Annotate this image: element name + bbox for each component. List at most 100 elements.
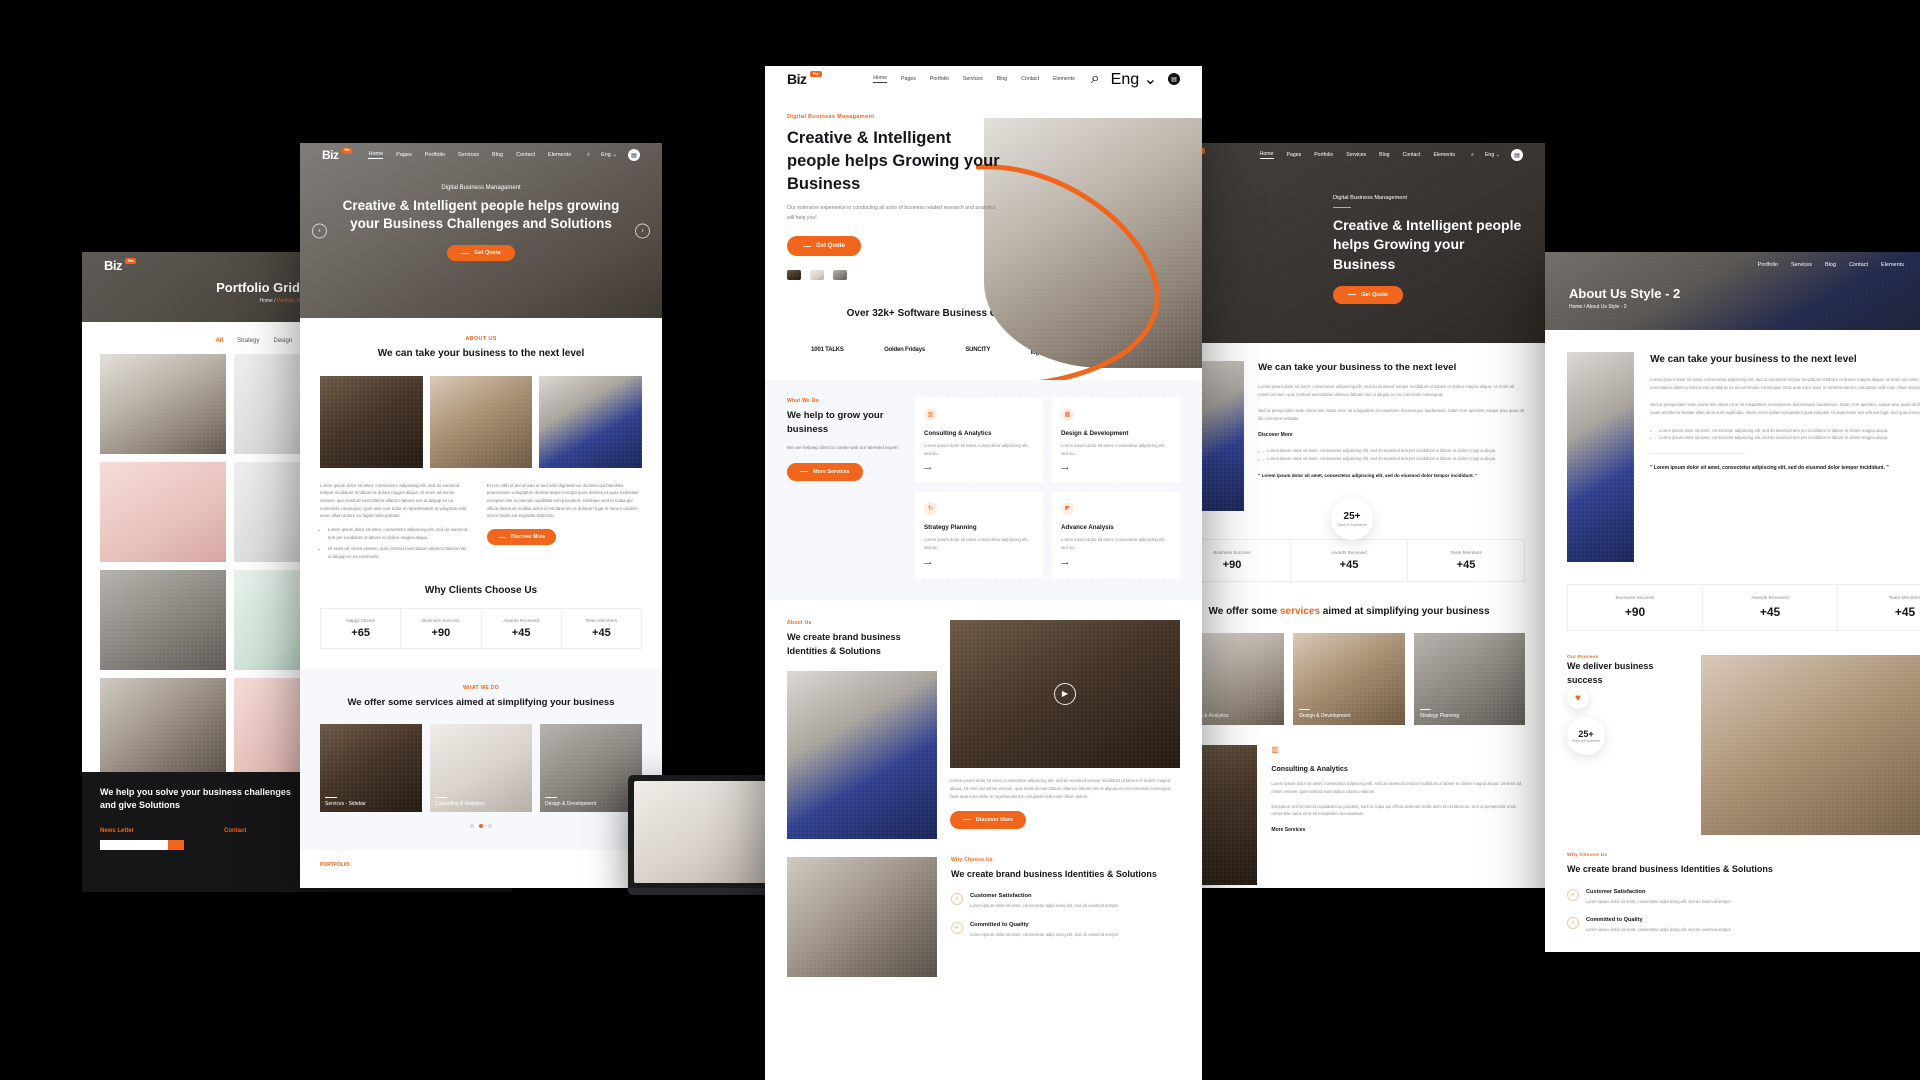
nav-item-elements[interactable]: Elements <box>1433 152 1455 158</box>
about-body-left: Lorem ipsum dolor sit amet, consectetur … <box>320 482 467 519</box>
service-card[interactable]: ↻ Strategy Planning Lorem ipsum dolor si… <box>915 492 1043 578</box>
service-desc: Lorem ipsum dolor sit amet, consectetur … <box>924 443 1029 456</box>
search-icon[interactable]: ⌕ <box>1471 152 1474 159</box>
nav-item-contact[interactable]: Contact <box>1403 152 1421 158</box>
portfolio-item[interactable] <box>100 570 226 670</box>
logo[interactable]: Biz Pro <box>322 148 352 162</box>
service-card[interactable]: Services - Sidebar <box>320 724 422 813</box>
hero-thumbnail[interactable] <box>833 270 847 281</box>
logo[interactable]: Biz Pro <box>104 257 137 273</box>
get-quote-button[interactable]: Get Quote <box>447 245 515 262</box>
service-card[interactable]: Design & Development <box>540 724 642 813</box>
portfolio-item[interactable] <box>100 354 226 454</box>
carousel-dot[interactable] <box>470 824 474 829</box>
home1-hero: Biz Pro Home Pages Portfolio Services Bl… <box>300 143 662 318</box>
search-icon[interactable]: ⌕ <box>587 152 590 159</box>
language-selector[interactable]: Eng ⌄ <box>601 152 617 158</box>
template-card-home-dark[interactable]: Biz Pro Home Pages Portfolio Services Bl… <box>1153 143 1545 888</box>
hero-thumbnail[interactable] <box>810 270 824 281</box>
discover-more-button[interactable]: Discover More <box>486 529 557 546</box>
nav-item-pages[interactable]: Pages <box>901 76 916 82</box>
nav-item-pages[interactable]: Pages <box>1287 152 1302 158</box>
logo[interactable]: Biz Pro <box>787 71 822 87</box>
portfolio-item[interactable] <box>100 462 226 562</box>
chevron-left-icon[interactable]: ‹ <box>312 223 327 238</box>
template-card-about-style2[interactable]: Portfolio Services Blog Contact Elements… <box>1545 252 1920 952</box>
nav-item-home[interactable]: Home <box>1259 151 1274 159</box>
service-card[interactable]: ◤ Advance Analysis Lorem ipsum dolor sit… <box>1052 492 1180 578</box>
nav-item-services[interactable]: Services <box>1346 152 1366 158</box>
nav-item-contact[interactable]: Contact <box>1021 76 1039 82</box>
grid-menu-icon[interactable]: ▤ <box>1511 149 1523 161</box>
nav-item-portfolio[interactable]: Portfolio <box>1314 152 1333 158</box>
grid-menu-icon[interactable]: ▤ <box>628 149 640 161</box>
discover-more-button[interactable]: Discover More <box>950 810 1027 829</box>
newsletter-input[interactable] <box>100 840 168 851</box>
template-card-main-home[interactable]: Biz Pro Home Pages Portfolio Services Bl… <box>765 66 1202 1080</box>
language-selector[interactable]: Eng ⌄ <box>1111 69 1157 89</box>
about-section: We can take your business to the next le… <box>1153 343 1545 511</box>
services-eyebrow: WHAT WE DO <box>463 684 499 691</box>
nav-item-blog[interactable]: Blog <box>1825 262 1836 268</box>
newsletter-form[interactable] <box>100 840 184 851</box>
nav-item-portfolio[interactable]: Portfolio <box>930 76 949 82</box>
carousel-dot[interactable] <box>488 824 492 829</box>
filter-design[interactable]: Design <box>273 338 292 344</box>
get-quote-button[interactable]: Get Quote <box>787 236 862 257</box>
search-icon[interactable]: ⌕ <box>1091 70 1100 88</box>
chevron-right-icon[interactable]: › <box>635 223 650 238</box>
newsletter-submit-button[interactable] <box>168 840 184 851</box>
nav-item-pages[interactable]: Pages <box>396 152 412 158</box>
nav-item-blog[interactable]: Blog <box>1379 152 1389 158</box>
nav-item-contact[interactable]: Contact <box>516 152 535 158</box>
nav-links: Home Pages Portfolio Services Blog Conta… <box>368 151 571 159</box>
nav-item-portfolio[interactable]: Portfolio <box>425 152 445 158</box>
service-card[interactable]: Consulting & Analytics <box>430 724 532 813</box>
service-title: Strategy Planning <box>924 524 977 532</box>
nav-item-services[interactable]: Services <box>1791 262 1812 268</box>
hero-thumbnail[interactable] <box>787 270 801 281</box>
nav-item-services[interactable]: Services <box>458 152 479 158</box>
nav-item-home[interactable]: Home <box>873 75 888 83</box>
video-thumbnail[interactable]: ▶ <box>950 619 1180 768</box>
nav-item-services[interactable]: Services <box>963 76 983 82</box>
main-navbar: Biz Pro Home Pages Portfolio Services Bl… <box>765 66 1202 92</box>
get-quote-button[interactable]: Get Quote <box>1333 285 1404 304</box>
nav-item-elements[interactable]: Elements <box>1881 262 1904 268</box>
service-card[interactable]: ▩ Design & Development Lorem ipsum dolor… <box>1052 398 1180 484</box>
nav-item-contact[interactable]: Contact <box>1849 262 1868 268</box>
nav-item-home[interactable]: Home <box>368 151 384 159</box>
arrow-right-icon[interactable]: ⟶ <box>924 561 1034 567</box>
nav-item-elements[interactable]: Elements <box>1053 76 1075 82</box>
why-eyebrow: Why Choose Us <box>951 856 993 863</box>
breadcrumb-home[interactable]: Home <box>1569 304 1582 310</box>
offer-card[interactable]: Design & Development <box>1293 633 1405 725</box>
footer-col-title: News Letter <box>100 828 135 835</box>
nav-item-elements[interactable]: Elements <box>548 152 571 158</box>
nav-item-portfolio[interactable]: Portfolio <box>1758 262 1778 268</box>
filter-all[interactable]: All <box>215 338 223 344</box>
offer-card[interactable]: Strategy Planning <box>1413 633 1525 725</box>
more-services-link[interactable]: More Services <box>1271 827 1525 833</box>
about-bullet: Lorem ipsum dolor sit amet, consectetur … <box>1267 455 1525 463</box>
about-right: ▶ Lorem ipsum dolor sit amet, consectetu… <box>950 619 1180 839</box>
carousel-dot-active[interactable] <box>479 824 483 829</box>
arrow-right-icon[interactable]: ⟶ <box>1061 466 1171 472</box>
stat-label: Team Members <box>1888 596 1920 601</box>
arrow-right-icon[interactable]: ⟶ <box>924 466 1034 472</box>
portfolio-item[interactable] <box>100 678 226 778</box>
more-services-button[interactable]: More Services <box>787 462 863 481</box>
play-icon[interactable]: ▶ <box>1054 682 1076 705</box>
hero-headline: Creative & Intelligent people helps grow… <box>342 198 620 232</box>
language-selector[interactable]: Eng ⌄ <box>1485 152 1500 158</box>
grid-menu-icon[interactable]: ▤ <box>1168 73 1180 85</box>
template-card-home-slider[interactable]: Biz Pro Home Pages Portfolio Services Bl… <box>300 143 662 888</box>
nav-item-blog[interactable]: Blog <box>997 76 1007 82</box>
filter-strategy[interactable]: Strategy <box>237 338 259 344</box>
arrow-right-icon[interactable]: ⟶ <box>1061 561 1171 567</box>
breadcrumb-home[interactable]: Home <box>259 298 272 304</box>
nav-item-blog[interactable]: Blog <box>492 152 503 158</box>
service-card[interactable]: ▥ Consulting & Analytics Lorem ipsum dol… <box>915 398 1043 484</box>
discover-more-link[interactable]: Discover More <box>1258 432 1525 438</box>
dash-icon <box>497 536 506 538</box>
